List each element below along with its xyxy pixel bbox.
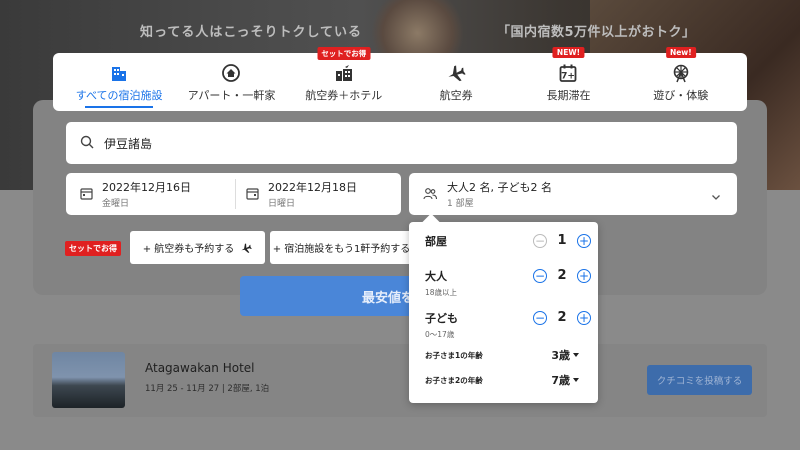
adults-increment-button[interactable]: + [577, 268, 591, 283]
calendar-icon [80, 185, 93, 204]
adults-age-note: 18歳以上 [425, 288, 458, 297]
date-picker: 2022年12月16日 金曜日 2022年12月18日 日曜日 [66, 173, 401, 215]
rooms-row: 部屋 − 1 + [425, 233, 591, 249]
flight-hotel-icon [333, 62, 355, 84]
children-stepper: − 2 + [533, 310, 591, 325]
building-icon [109, 62, 129, 84]
tab-label: 遊び・体験 [653, 88, 709, 102]
chevron-down-icon [711, 187, 721, 206]
children-age-note: 0～17歳 [425, 330, 455, 339]
tab-flight-hotel[interactable]: セットでお得 航空券＋ホテル [288, 47, 400, 111]
new-badge: New! [665, 47, 696, 58]
rooms-decrement-button[interactable]: − [533, 233, 547, 248]
child1-age-select[interactable]: 3歳 [551, 347, 579, 363]
tab-label: アパート・一軒家 [187, 88, 276, 102]
rooms-increment-button[interactable]: + [577, 233, 591, 248]
child1-age-label: お子さま1の年齢 [425, 350, 483, 360]
guests-summary: 大人2 名, 子ども2 名 [447, 181, 552, 194]
child2-age-select[interactable]: 7歳 [551, 372, 579, 388]
checkin-date: 2022年12月16日 [102, 181, 191, 194]
adults-count: 2 [557, 268, 567, 283]
airplane-icon [240, 242, 253, 254]
adults-row: 大人 18歳以上 − 2 + [425, 268, 591, 298]
dropdown-arrow-icon [573, 353, 579, 357]
hotel-stay-details: 11月 25 - 11月 27 | 2部屋, 1泊 [145, 384, 270, 394]
calendar-icon [246, 185, 259, 204]
tab-label: 航空券 [439, 88, 473, 102]
children-row: 子ども 0～17歳 − 2 + [425, 310, 591, 340]
search-icon [80, 134, 94, 153]
hero-tagline-left: 知ってる人はこっそりトクしている [140, 25, 363, 40]
hotel-thumbnail[interactable] [52, 352, 125, 408]
tab-long-stay[interactable]: NEW! 7+ 長期滞在 [512, 47, 624, 111]
guests-dropdown: 部屋 − 1 + 大人 18歳以上 − 2 + 子ども 0～17歳 − 2 + … [409, 222, 598, 403]
child2-age-label: お子さま2の年齢 [425, 375, 483, 385]
new-badge: NEW! [552, 47, 585, 58]
child2-age-row: お子さま2の年齢 7歳 [425, 372, 591, 388]
set-deal-badge: セットでお得 [65, 241, 121, 256]
tab-label: すべての宿泊施設 [75, 88, 163, 102]
house-icon [221, 62, 241, 84]
destination-value: 伊豆諸島 [104, 136, 153, 151]
checkout-day: 日曜日 [268, 199, 296, 209]
rooms-stepper: − 1 + [533, 233, 591, 248]
tab-label: 航空券＋ホテル [305, 88, 383, 102]
child1-age-value: 3歳 [551, 349, 570, 362]
rooms-summary: 1 部屋 [447, 199, 474, 209]
checkout-date-field[interactable]: 2022年12月18日 日曜日 [235, 179, 401, 209]
children-increment-button[interactable]: + [577, 310, 591, 325]
svg-text:7+: 7+ [562, 71, 576, 81]
checkin-date-field[interactable]: 2022年12月16日 金曜日 [66, 173, 235, 215]
hotel-name[interactable]: Atagawakan Hotel [145, 361, 255, 375]
tab-activities[interactable]: New! 遊び・体験 [625, 47, 737, 111]
add-flight-button[interactable]: + 航空券も予約する [130, 231, 265, 264]
tab-all-accommodations[interactable]: すべての宿泊施設 [63, 53, 175, 111]
tab-apartments[interactable]: アパート・一軒家 [175, 53, 287, 111]
airplane-icon [446, 62, 466, 84]
child2-age-value: 7歳 [551, 374, 570, 387]
ferris-wheel-icon [671, 62, 691, 84]
children-count: 2 [557, 310, 567, 325]
calendar-7-icon: 7+ [558, 62, 578, 84]
adults-decrement-button[interactable]: − [533, 268, 547, 283]
child1-age-row: お子さま1の年齢 3歳 [425, 347, 591, 363]
hero-people-image [370, 0, 465, 55]
dropdown-arrow-icon [573, 378, 579, 382]
checkin-day: 金曜日 [102, 199, 130, 209]
checkout-date: 2022年12月18日 [268, 181, 357, 194]
rooms-count: 1 [557, 233, 567, 248]
adults-stepper: − 2 + [533, 268, 591, 283]
hero-tagline-right: 「国内宿数5万件以上がおトク」 [497, 25, 696, 40]
tab-label: 長期滞在 [546, 88, 591, 102]
post-review-label: クチコミを投稿する [656, 376, 743, 387]
category-tabs: すべての宿泊施設 アパート・一軒家 セットでお得 航空券＋ホテル 航空券 NEW… [53, 47, 747, 111]
add-stay-button[interactable]: + 宿泊施設をもう1軒予約する [270, 231, 413, 264]
post-review-button[interactable]: クチコミを投稿する [647, 365, 752, 395]
set-deal-badge: セットでお得 [317, 47, 371, 60]
add-flight-label: + 航空券も予約する [142, 244, 235, 255]
tab-flights[interactable]: 航空券 [400, 53, 512, 111]
people-icon [423, 185, 438, 204]
children-decrement-button[interactable]: − [533, 310, 547, 325]
search-button-label: 最安値を [362, 290, 415, 306]
guests-selector[interactable]: 大人2 名, 子ども2 名 1 部屋 [409, 173, 737, 215]
add-stay-label: + 宿泊施設をもう1軒予約する [272, 244, 411, 255]
destination-input[interactable]: 伊豆諸島 [66, 122, 737, 164]
